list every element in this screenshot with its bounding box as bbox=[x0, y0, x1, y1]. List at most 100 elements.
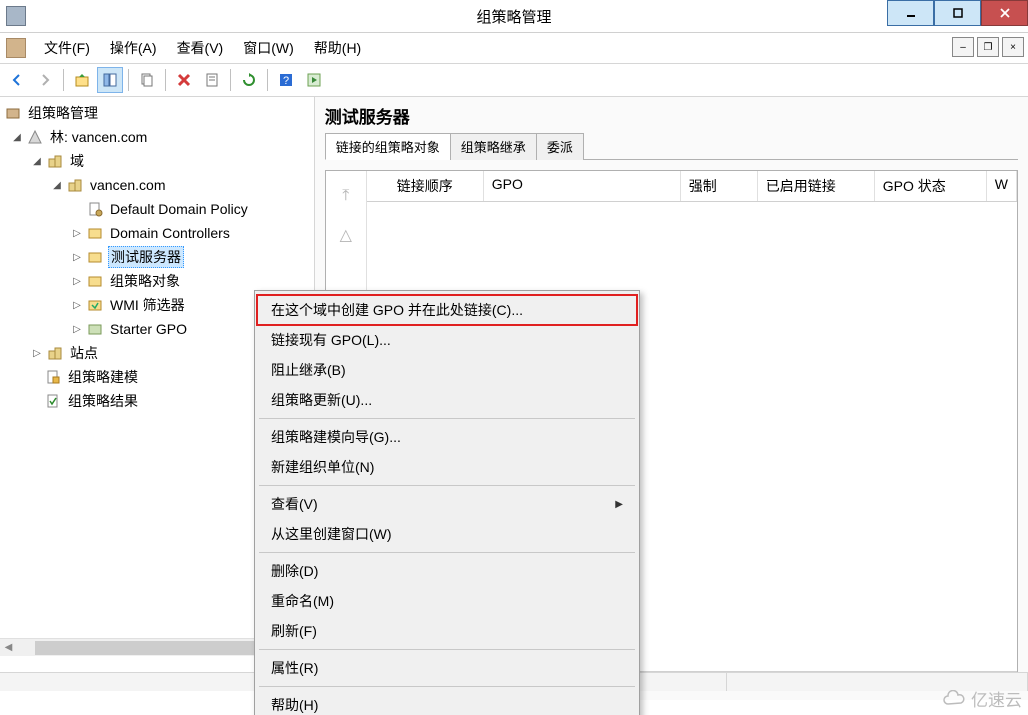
col-link-order[interactable]: 链接顺序 bbox=[367, 171, 484, 201]
gpmc-icon bbox=[4, 105, 22, 121]
expander-icon[interactable]: ▷ bbox=[30, 346, 44, 360]
up-button[interactable] bbox=[69, 67, 95, 93]
ctx-label: 刷新(F) bbox=[271, 621, 317, 641]
tree-label: 域 bbox=[68, 150, 86, 172]
properties-button[interactable] bbox=[199, 67, 225, 93]
minimize-button[interactable] bbox=[887, 0, 934, 26]
tab-linked-gpo[interactable]: 链接的组策略对象 bbox=[325, 133, 451, 160]
gpo-link-icon bbox=[86, 201, 104, 217]
mdi-close-button[interactable]: × bbox=[1002, 37, 1024, 57]
ctx-create-gpo-link[interactable]: 在这个域中创建 GPO 并在此处链接(C)... bbox=[257, 295, 637, 325]
action-pane-button[interactable] bbox=[301, 67, 327, 93]
wmi-icon bbox=[86, 297, 104, 313]
tree-domains[interactable]: ◢ 域 bbox=[0, 149, 314, 173]
ctx-gp-update[interactable]: 组策略更新(U)... bbox=[257, 385, 637, 415]
ctx-label: 帮助(H) bbox=[271, 695, 318, 715]
mmc-icon bbox=[6, 38, 26, 58]
ctx-new-window[interactable]: 从这里创建窗口(W) bbox=[257, 519, 637, 549]
ctx-delete[interactable]: 删除(D) bbox=[257, 556, 637, 586]
mdi-restore-button[interactable]: ❐ bbox=[977, 37, 999, 57]
ctx-refresh[interactable]: 刷新(F) bbox=[257, 616, 637, 646]
tree-default-policy[interactable]: Default Domain Policy bbox=[0, 197, 314, 221]
toolbar-sep bbox=[63, 69, 64, 91]
expander-icon[interactable]: ▷ bbox=[70, 250, 84, 264]
maximize-button[interactable] bbox=[934, 0, 981, 26]
app-icon bbox=[6, 6, 26, 26]
col-enforced[interactable]: 强制 bbox=[681, 171, 758, 201]
ctx-label: 新建组织单位(N) bbox=[271, 457, 374, 477]
expander-icon[interactable]: ▷ bbox=[70, 226, 84, 240]
ctx-separator bbox=[259, 686, 635, 687]
ctx-new-ou[interactable]: 新建组织单位(N) bbox=[257, 452, 637, 482]
tree-dc[interactable]: ▷ Domain Controllers bbox=[0, 221, 314, 245]
ctx-modeling-wizard[interactable]: 组策略建模向导(G)... bbox=[257, 422, 637, 452]
detail-header: 测试服务器 链接的组策略对象 组策略继承 委派 bbox=[315, 97, 1028, 160]
toolbar-sep bbox=[267, 69, 268, 91]
scroll-left-icon[interactable]: ◀ bbox=[0, 642, 17, 653]
menu-window[interactable]: 窗口(W) bbox=[233, 34, 304, 62]
watermark-text: 亿速云 bbox=[971, 686, 1022, 711]
ctx-link-existing[interactable]: 链接现有 GPO(L)... bbox=[257, 325, 637, 355]
tree-label: 组策略结果 bbox=[66, 390, 140, 412]
expander-icon[interactable]: ◢ bbox=[30, 154, 44, 168]
refresh-button[interactable] bbox=[236, 67, 262, 93]
folder-icon bbox=[86, 273, 104, 289]
close-button[interactable] bbox=[981, 0, 1028, 26]
ctx-label: 属性(R) bbox=[271, 658, 318, 678]
tree-forest[interactable]: ◢ 林: vancen.com bbox=[0, 125, 314, 149]
scroll-thumb[interactable] bbox=[35, 641, 255, 655]
menu-view[interactable]: 查看(V) bbox=[167, 34, 234, 62]
menu-file[interactable]: 文件(F) bbox=[34, 34, 100, 62]
forward-button[interactable] bbox=[32, 67, 58, 93]
col-w[interactable]: W bbox=[987, 171, 1017, 201]
expander-icon[interactable]: ◢ bbox=[50, 178, 64, 192]
tree-domain[interactable]: ◢ vancen.com bbox=[0, 173, 314, 197]
tab-delegation[interactable]: 委派 bbox=[536, 133, 584, 160]
window-buttons bbox=[887, 0, 1028, 26]
expander-icon[interactable]: ▷ bbox=[70, 322, 84, 336]
tree-label: 组策略建模 bbox=[66, 366, 140, 388]
copy-button[interactable] bbox=[134, 67, 160, 93]
tree-root[interactable]: 组策略管理 bbox=[0, 101, 314, 125]
delete-button[interactable] bbox=[171, 67, 197, 93]
expander-icon[interactable]: ▷ bbox=[70, 298, 84, 312]
help-button[interactable]: ? bbox=[273, 67, 299, 93]
tree-test-ou[interactable]: ▷ 测试服务器 bbox=[0, 245, 314, 269]
expander-icon[interactable]: ▷ bbox=[70, 274, 84, 288]
menu-action[interactable]: 操作(A) bbox=[100, 34, 167, 62]
tree-label: Default Domain Policy bbox=[108, 200, 250, 218]
col-link-enabled[interactable]: 已启用链接 bbox=[758, 171, 875, 201]
show-hide-tree-button[interactable] bbox=[97, 67, 123, 93]
ctx-rename[interactable]: 重命名(M) bbox=[257, 586, 637, 616]
titlebar: 组策略管理 bbox=[0, 0, 1028, 33]
col-gpo-status[interactable]: GPO 状态 bbox=[875, 171, 987, 201]
tree-label: Starter GPO bbox=[108, 320, 189, 338]
detail-title: 测试服务器 bbox=[325, 103, 1018, 128]
ctx-block-inheritance[interactable]: 阻止继承(B) bbox=[257, 355, 637, 385]
watermark: 亿速云 bbox=[941, 686, 1022, 711]
col-gpo[interactable]: GPO bbox=[484, 171, 681, 201]
ctx-help[interactable]: 帮助(H) bbox=[257, 690, 637, 715]
back-button[interactable] bbox=[4, 67, 30, 93]
modeling-icon bbox=[44, 369, 62, 385]
menu-help[interactable]: 帮助(H) bbox=[304, 34, 371, 62]
forest-icon bbox=[26, 129, 44, 145]
context-menu: 在这个域中创建 GPO 并在此处链接(C)... 链接现有 GPO(L)... … bbox=[254, 290, 640, 715]
ctx-label: 在这个域中创建 GPO 并在此处链接(C)... bbox=[271, 300, 523, 320]
submenu-arrow-icon: ▶ bbox=[615, 499, 623, 510]
mdi-minimize-button[interactable]: – bbox=[952, 37, 974, 57]
move-up-icon[interactable]: △ bbox=[340, 225, 352, 245]
grid-header: 链接顺序 GPO 强制 已启用链接 GPO 状态 W bbox=[367, 171, 1017, 202]
ctx-view[interactable]: 查看(V) ▶ bbox=[257, 489, 637, 519]
ctx-label: 阻止继承(B) bbox=[271, 360, 346, 380]
tab-inheritance[interactable]: 组策略继承 bbox=[450, 133, 537, 160]
move-top-icon[interactable]: ⤒ bbox=[342, 187, 349, 205]
tree-label: Domain Controllers bbox=[108, 224, 232, 242]
expander-icon[interactable]: ◢ bbox=[10, 130, 24, 144]
tree-label: 测试服务器 bbox=[108, 246, 184, 268]
app-window: 组策略管理 文件(F) 操作(A) 查看(V) 窗口(W) 帮助(H) – ❐ … bbox=[0, 0, 1028, 715]
ctx-properties[interactable]: 属性(R) bbox=[257, 653, 637, 683]
tree-label: vancen.com bbox=[88, 176, 167, 194]
ctx-label: 查看(V) bbox=[271, 494, 318, 514]
ctx-separator bbox=[259, 418, 635, 419]
